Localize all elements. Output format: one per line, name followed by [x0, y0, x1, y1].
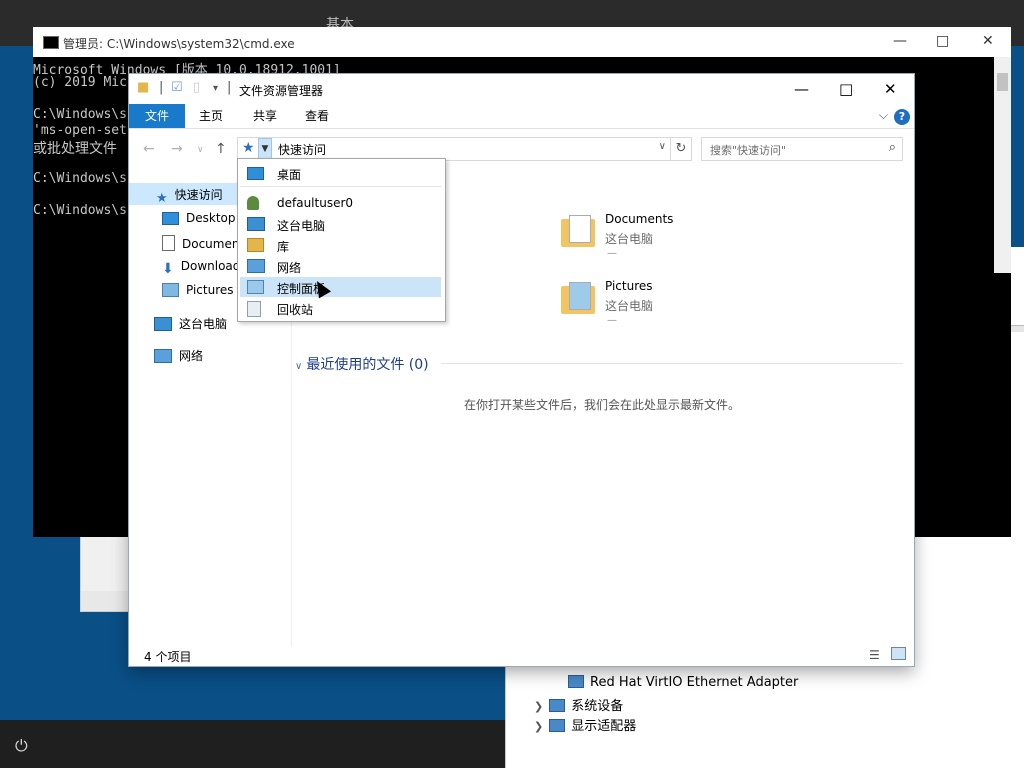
large-icons-view-icon[interactable]	[891, 647, 906, 660]
menu-item-recycle-bin[interactable]: 回收站	[240, 298, 441, 318]
scrollbar-thumb[interactable]	[997, 73, 1008, 91]
refresh-icon[interactable]: ↻	[671, 137, 692, 161]
folder-location: 这台电脑	[605, 299, 654, 313]
network-icon	[247, 259, 265, 273]
explorer-title: 文件资源管理器	[239, 84, 324, 98]
chevron-down-icon[interactable]: ∨	[659, 141, 666, 152]
device-row-display[interactable]: ❯ 显示适配器	[534, 715, 636, 734]
document-icon	[162, 235, 175, 251]
user-icon	[247, 196, 259, 210]
item-count: 4 个项目	[144, 650, 192, 664]
divider: |	[227, 80, 232, 95]
folder-name[interactable]: Documents	[605, 212, 673, 226]
desktop-icon	[162, 212, 179, 225]
folder-location: 这台电脑	[605, 232, 654, 246]
device-row-ethernet[interactable]: Red Hat VirtIO Ethernet Adapter	[568, 675, 798, 690]
cmd-line: 或批处理文件	[33, 141, 117, 157]
cmd-icon	[43, 36, 59, 49]
nav-item-desktop[interactable]: Desktop	[162, 211, 236, 225]
network-adapter-icon	[568, 675, 584, 688]
cmd-line: (c) 2019 Mic	[33, 75, 127, 90]
chevron-right-icon[interactable]: ❯	[534, 700, 543, 713]
control-panel-icon	[247, 280, 264, 294]
search-icon: ⌕	[888, 140, 896, 155]
divider: |	[159, 80, 164, 95]
properties-icon[interactable]: ☑	[171, 80, 183, 95]
folder-documents-icon[interactable]	[561, 215, 595, 247]
folder-pictures-icon[interactable]	[561, 282, 595, 314]
search-box[interactable]: 搜索"快速访问" ⌕	[701, 137, 903, 161]
library-icon	[247, 238, 264, 252]
computer-icon	[154, 317, 172, 331]
close-icon[interactable]: ✕	[884, 80, 897, 98]
cmd-line: C:\Windows\s	[33, 203, 127, 218]
folder-name[interactable]: Pictures	[605, 279, 653, 293]
location-dropdown-menu: 桌面 defaultuser0 这台电脑 库 网络 控制面板 回收站	[237, 158, 446, 322]
expand-ribbon-icon[interactable]: ⌵	[879, 108, 888, 123]
ribbon: 文件 主页 共享 查看 ⌵ ?	[129, 104, 914, 129]
menu-item-libraries[interactable]: 库	[240, 235, 441, 255]
pictures-icon	[162, 283, 179, 297]
star-icon: ★	[156, 191, 168, 206]
address-text: 快速访问	[278, 143, 327, 157]
cmd-scrollbar[interactable]	[994, 57, 1011, 273]
menu-item-this-pc[interactable]: 这台电脑	[240, 214, 441, 234]
quick-access-icon: ★	[242, 140, 255, 156]
minimize-icon[interactable]: —	[893, 33, 907, 49]
help-icon[interactable]: ?	[894, 109, 910, 125]
desktop-icon	[247, 167, 264, 180]
download-icon: ⬇	[162, 261, 174, 277]
chevron-right-icon[interactable]: ❯	[534, 720, 543, 733]
computer-icon	[247, 217, 265, 231]
menu-item-control-panel[interactable]: 控制面板	[240, 277, 441, 297]
maximize-icon[interactable]: □	[936, 33, 949, 49]
recycle-bin-icon	[247, 301, 261, 317]
pin-icon: —	[607, 315, 617, 326]
up-icon[interactable]: ↑	[215, 141, 227, 157]
cmd-title: 管理员: C:\Windows\system32\cmd.exe	[63, 37, 295, 51]
menu-separator	[240, 186, 441, 187]
status-bar: 4 个项目 ☰	[129, 642, 914, 666]
search-input[interactable]: 搜索"快速访问"	[710, 142, 786, 158]
location-dropdown-button[interactable]: ▼	[258, 138, 272, 160]
menu-item-network[interactable]: 网络	[240, 256, 441, 276]
back-icon[interactable]: ←	[143, 141, 155, 157]
menu-item-user[interactable]: defaultuser0	[240, 193, 441, 213]
power-icon[interactable]: ⏻	[15, 736, 28, 756]
minimize-icon[interactable]: —	[794, 80, 809, 98]
recent-locations-icon[interactable]: ∨	[197, 145, 204, 155]
display-adapter-icon	[549, 719, 566, 732]
folder-icon: ■	[137, 80, 150, 95]
recent-empty-message: 在你打开某些文件后，我们会在此处显示最新文件。	[464, 398, 741, 412]
section-divider	[441, 363, 903, 364]
menu-item-desktop[interactable]: 桌面	[240, 163, 441, 183]
maximize-icon[interactable]: □	[839, 80, 853, 98]
recent-files-header[interactable]: ∨ 最近使用的文件 (0)	[295, 354, 429, 374]
tab-view[interactable]: 查看	[295, 104, 339, 128]
new-folder-icon[interactable]: ▯	[193, 80, 200, 95]
cmd-line: 'ms-open-set	[33, 123, 127, 138]
nav-item-downloads[interactable]: ⬇ Download	[162, 259, 240, 277]
nav-item-documents[interactable]: Documen	[162, 235, 239, 251]
device-row-system[interactable]: ❯ 系统设备	[534, 695, 623, 714]
close-icon[interactable]: ✕	[982, 33, 994, 49]
customize-dropdown-icon[interactable]: ▾	[213, 83, 218, 94]
nav-item-network[interactable]: 网络	[154, 347, 203, 364]
cmd-line: C:\Windows\s	[33, 107, 127, 122]
cmd-line: C:\Windows\s	[33, 171, 127, 186]
nav-item-pictures[interactable]: Pictures	[162, 283, 234, 297]
cmd-titlebar[interactable]: 管理员: C:\Windows\system32\cmd.exe — □ ✕	[33, 27, 1011, 57]
bottom-bar: ⏻	[0, 720, 505, 768]
pin-icon: —	[607, 248, 617, 259]
chevron-down-icon[interactable]: ∨	[295, 361, 302, 372]
tab-file[interactable]: 文件	[129, 104, 185, 128]
details-view-icon[interactable]: ☰	[869, 648, 880, 662]
network-icon	[154, 349, 172, 363]
nav-item-this-pc[interactable]: 这台电脑	[154, 315, 227, 332]
forward-icon[interactable]: →	[171, 141, 183, 157]
tab-home[interactable]: 主页	[189, 104, 233, 128]
explorer-titlebar[interactable]: ■ | ☑ ▯ ▾ | 文件资源管理器 — □ ✕	[129, 74, 914, 104]
tab-share[interactable]: 共享	[243, 104, 287, 128]
system-device-icon	[549, 699, 566, 712]
